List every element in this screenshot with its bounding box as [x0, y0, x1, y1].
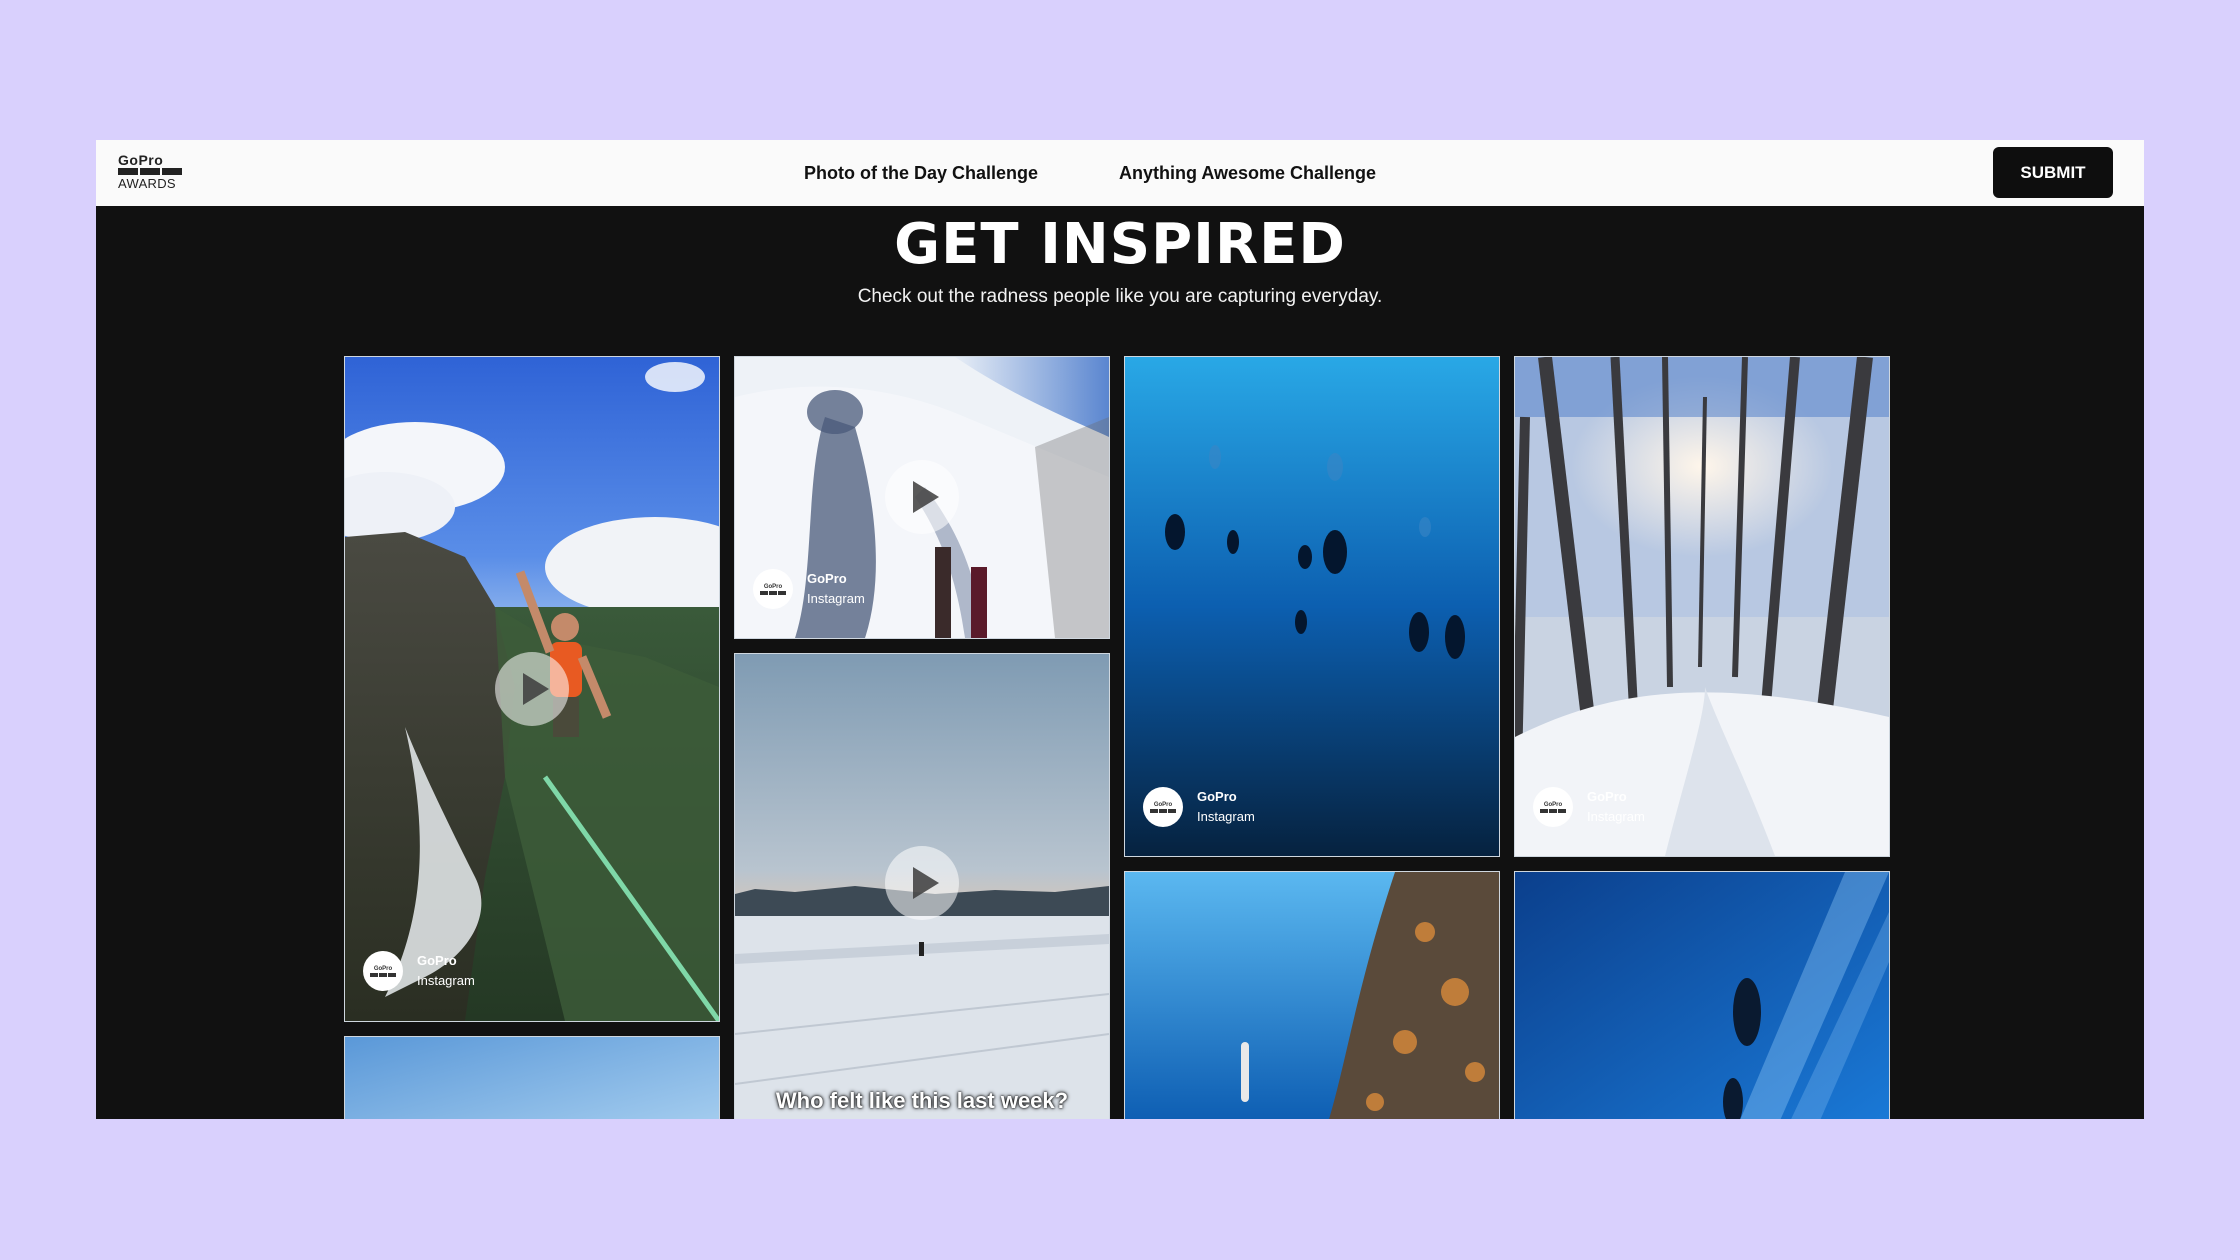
- gallery-tile-sunrays[interactable]: [1514, 871, 1890, 1119]
- forest-photo: [1515, 357, 1889, 856]
- video-caption: Who felt like this last week?: [775, 1088, 1069, 1113]
- play-icon[interactable]: [885, 846, 959, 920]
- reef-photo: [1125, 872, 1499, 1119]
- gallery-tile-snow-ski[interactable]: GoPro GoPro Instagram: [734, 356, 1110, 639]
- gopro-avatar-icon: GoPro: [363, 951, 403, 991]
- credit-name: GoPro: [1197, 789, 1237, 804]
- sunrays-photo: [1515, 872, 1889, 1119]
- gallery-tile-frozen-lake[interactable]: Who felt like this last week?: [734, 653, 1110, 1119]
- gallery-tile-forest[interactable]: GoPro GoPro Instagram: [1514, 356, 1890, 857]
- gallery-tile-reef[interactable]: [1124, 871, 1500, 1119]
- credit-name: GoPro: [1587, 789, 1627, 804]
- credit-name: GoPro: [807, 571, 847, 586]
- tile-credit[interactable]: GoPro GoPro Instagram: [1143, 787, 1255, 827]
- submit-button[interactable]: SUBMIT: [1993, 147, 2113, 198]
- gallery-tile-scuba[interactable]: GoPro GoPro Instagram: [1124, 356, 1500, 857]
- logo-bars-icon: [118, 168, 184, 175]
- credit-source: Instagram: [807, 591, 865, 606]
- gopro-avatar-icon: GoPro: [1143, 787, 1183, 827]
- logo-brand: GoPro: [118, 152, 164, 168]
- play-icon[interactable]: [885, 460, 959, 534]
- credit-source: Instagram: [1197, 809, 1255, 824]
- tile-credit[interactable]: GoPro GoPro Instagram: [753, 569, 865, 609]
- logo-awards-text: AWARDS: [118, 176, 176, 191]
- tile-credit[interactable]: GoPro GoPro Instagram: [363, 951, 475, 991]
- gallery-tile-slackline[interactable]: GoPro GoPro Instagram: [344, 356, 720, 1022]
- gopro-avatar-icon: GoPro: [1533, 787, 1573, 827]
- gallery-tile-sky[interactable]: [344, 1036, 720, 1119]
- credit-source: Instagram: [417, 973, 475, 988]
- gopro-avatar-icon: GoPro: [753, 569, 793, 609]
- credit-source: Instagram: [1587, 809, 1645, 824]
- sky-photo: [345, 1037, 719, 1119]
- nav-photo-of-the-day[interactable]: Photo of the Day Challenge: [804, 140, 1038, 206]
- app-frame: GoPro AWARDS Photo of the Day Challenge …: [96, 140, 2144, 1119]
- page-subtitle: Check out the radness people like you ar…: [857, 286, 1383, 307]
- scuba-photo: [1125, 357, 1499, 856]
- nav-anything-awesome[interactable]: Anything Awesome Challenge: [1119, 140, 1376, 206]
- page-title: GET INSPIRED: [894, 212, 1346, 277]
- credit-name: GoPro: [417, 953, 457, 968]
- top-navigation: GoPro AWARDS Photo of the Day Challenge …: [96, 140, 2144, 206]
- play-icon[interactable]: [495, 652, 569, 726]
- tile-credit[interactable]: GoPro GoPro Instagram: [1533, 787, 1645, 827]
- gopro-awards-logo[interactable]: GoPro AWARDS: [118, 152, 184, 192]
